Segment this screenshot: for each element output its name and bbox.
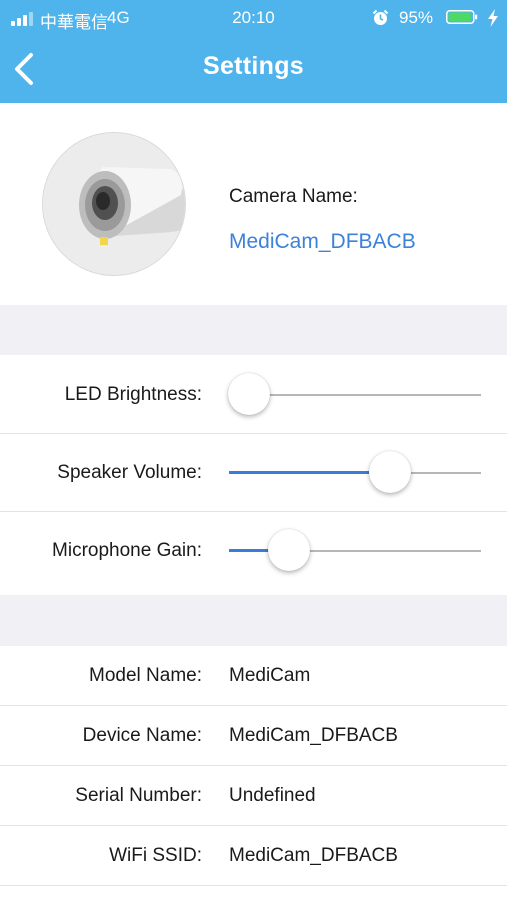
- app-header: 中華電信 4G 20:10 95% Settings: [0, 0, 507, 103]
- battery-icon: [446, 10, 478, 24]
- wifi-ssid-label: WiFi SSID:: [109, 845, 202, 866]
- serial-number-row: Serial Number: Undefined: [0, 766, 507, 826]
- speaker-volume-row: Speaker Volume:: [0, 434, 507, 512]
- camera-name-value[interactable]: MediCam_DFBACB: [229, 230, 416, 254]
- speaker-volume-slider[interactable]: [229, 451, 481, 495]
- led-brightness-row: LED Brightness:: [0, 355, 507, 434]
- slider-fill: [229, 471, 391, 474]
- page-title: Settings: [202, 52, 305, 80]
- sliders-section: LED Brightness: Speaker Volume: Micropho…: [0, 355, 507, 595]
- wifi-ssid-row: WiFi SSID: MediCam_DFBACB: [0, 826, 507, 886]
- charging-bolt-icon: [488, 9, 498, 27]
- device-info-section: Model Name: MediCam Device Name: MediCam…: [0, 646, 507, 900]
- led-brightness-label: LED Brightness:: [64, 384, 202, 405]
- wifi-ssid-value: MediCam_DFBACB: [229, 845, 398, 866]
- device-name-value: MediCam_DFBACB: [229, 725, 398, 746]
- serial-number-label: Serial Number:: [75, 785, 202, 806]
- slider-thumb[interactable]: [228, 373, 271, 415]
- led-brightness-slider[interactable]: [228, 373, 481, 417]
- microphone-gain-row: Microphone Gain:: [0, 512, 507, 595]
- model-name-label: Model Name:: [89, 665, 202, 686]
- microphone-gain-label: Microphone Gain:: [52, 540, 202, 561]
- status-bar: 中華電信 4G 20:10 95%: [0, 0, 507, 36]
- microphone-gain-slider[interactable]: [229, 529, 481, 573]
- battery-percent: 95%: [399, 8, 434, 27]
- camera-image: [42, 132, 186, 276]
- camera-card: Camera Name: MediCam_DFBACB: [0, 103, 507, 305]
- alarm-clock-icon: [372, 9, 389, 25]
- model-name-value: MediCam: [229, 665, 311, 686]
- speaker-volume-label: Speaker Volume:: [57, 462, 202, 483]
- slider-thumb[interactable]: [369, 451, 412, 493]
- device-name-row: Device Name: MediCam_DFBACB: [0, 706, 507, 766]
- device-name-label: Device Name:: [82, 725, 202, 746]
- slider-thumb[interactable]: [268, 529, 311, 571]
- model-name-row: Model Name: MediCam: [0, 646, 507, 706]
- camera-name-label: Camera Name:: [229, 186, 358, 207]
- serial-number-value: Undefined: [229, 785, 316, 806]
